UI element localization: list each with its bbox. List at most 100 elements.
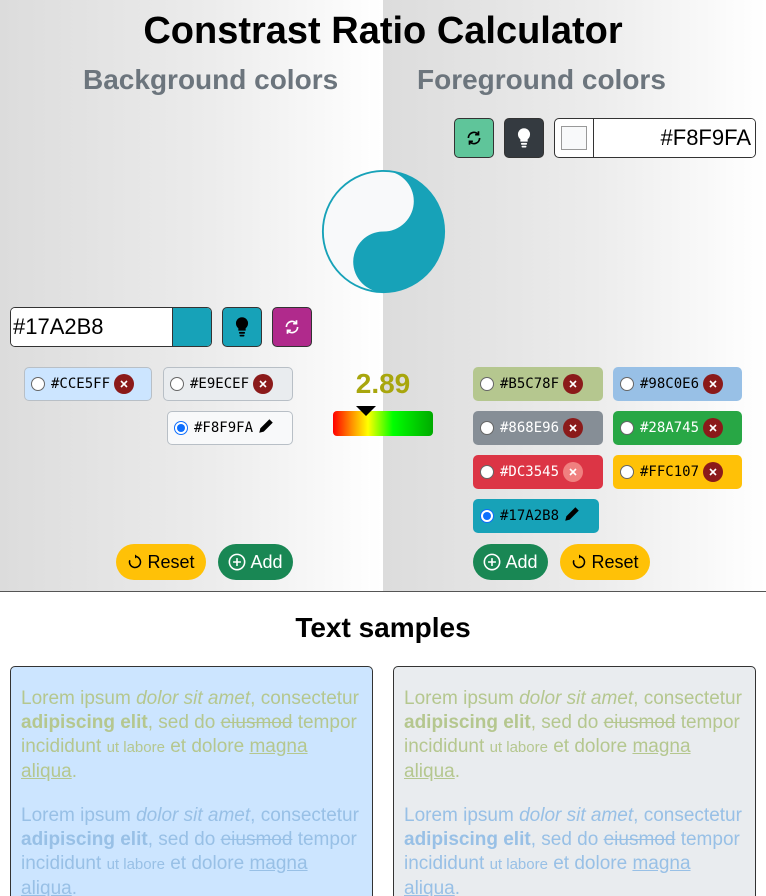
background-add-button[interactable]: Add: [218, 544, 293, 580]
background-suggest-button[interactable]: [222, 307, 262, 347]
page-title: Constrast Ratio Calculator: [143, 10, 623, 52]
chip-radio[interactable]: [480, 509, 494, 523]
sample-text-small: ut labore: [489, 856, 548, 873]
sample-text-small: ut labore: [106, 739, 165, 756]
sample-text-p1: Lorem ipsum: [404, 805, 520, 826]
sample-text-p6: .: [71, 878, 77, 896]
chip-label: #98C0E6: [640, 376, 700, 392]
sample-text-s: eiusmod: [220, 829, 293, 850]
close-icon[interactable]: [563, 374, 584, 394]
sample-text-b: adipiscing elit: [404, 829, 531, 850]
background-color-swatch[interactable]: [173, 308, 211, 346]
chip-label: #FFC107: [640, 464, 700, 480]
foreground-color-swatch[interactable]: [555, 119, 594, 157]
contrast-preview-yinyang: [321, 169, 446, 294]
sample-text-p2: , consectetur: [250, 688, 359, 709]
foreground-hex-input[interactable]: [594, 119, 755, 157]
chip-radio[interactable]: [480, 421, 494, 435]
reset-icon: [129, 554, 142, 569]
reset-label: Reset: [147, 551, 195, 572]
sample-text-p5: et dolore: [547, 736, 633, 757]
close-icon[interactable]: [563, 418, 584, 438]
sample-text-p2: , consectetur: [633, 688, 742, 709]
chip-radio[interactable]: [31, 377, 45, 391]
foreground-color-chip[interactable]: #B5C78F: [473, 367, 603, 401]
background-colors-title: Background colors: [83, 64, 339, 95]
chip-radio[interactable]: [170, 377, 184, 391]
foreground-color-chip[interactable]: #FFC107: [613, 455, 742, 489]
chip-radio[interactable]: [620, 377, 634, 391]
sample-text-s: eiusmod: [220, 712, 293, 733]
lightbulb-icon: [517, 128, 531, 148]
contrast-ratio-value: 2.89: [355, 368, 411, 399]
close-icon[interactable]: [703, 418, 724, 438]
foreground-color-chip[interactable]: #868E96: [473, 411, 603, 445]
background-hex-input[interactable]: [11, 308, 173, 346]
chip-label: #F8F9FA: [194, 420, 254, 436]
sample-text-s: eiusmod: [603, 712, 676, 733]
sample-text-p3: , sed do: [147, 712, 221, 733]
foreground-color-chip[interactable]: #98C0E6: [613, 367, 742, 401]
sample-paragraph: Lorem ipsum dolor sit amet, consectetur …: [404, 804, 745, 896]
chip-radio[interactable]: [620, 421, 634, 435]
sample-text-em: dolor sit amet: [519, 688, 634, 709]
pencil-icon[interactable]: [563, 505, 581, 527]
close-icon[interactable]: [253, 374, 274, 394]
foreground-color-chip[interactable]: #DC3545: [473, 455, 603, 489]
chip-radio[interactable]: [174, 421, 188, 435]
sample-text-p3: , sed do: [147, 829, 221, 850]
foreground-color-chip[interactable]: #28A745: [613, 411, 742, 445]
sample-text-p3: , sed do: [530, 712, 604, 733]
text-samples-title: Text samples: [295, 612, 471, 643]
background-color-chip[interactable]: #F8F9FA: [167, 411, 293, 445]
background-color-chip[interactable]: #E9ECEF: [163, 367, 293, 401]
swap-icon: [285, 320, 299, 334]
plus-circle-icon: [484, 553, 501, 571]
chip-label: #DC3545: [500, 464, 560, 480]
foreground-reset-button[interactable]: Reset: [560, 544, 650, 580]
sample-text-small: ut labore: [106, 856, 165, 873]
chip-label: #28A745: [640, 420, 700, 436]
swap-icon: [467, 131, 481, 145]
sample-text-em: dolor sit amet: [519, 805, 634, 826]
background-reset-button[interactable]: Reset: [116, 544, 206, 580]
close-icon[interactable]: [114, 374, 135, 394]
sample-text-p1: Lorem ipsum: [21, 805, 137, 826]
foreground-suggest-button[interactable]: [504, 118, 544, 158]
sample-text-em: dolor sit amet: [136, 688, 251, 709]
chip-label: #E9ECEF: [190, 376, 250, 392]
add-label: Add: [250, 551, 283, 572]
sample-paragraph: Lorem ipsum dolor sit amet, consectetur …: [21, 804, 362, 896]
chip-radio[interactable]: [480, 377, 494, 391]
foreground-swap-button[interactable]: [454, 118, 494, 158]
chip-radio[interactable]: [480, 465, 494, 479]
sample-text-p1: Lorem ipsum: [21, 688, 137, 709]
sample-text-b: adipiscing elit: [21, 829, 148, 850]
chip-label: #B5C78F: [500, 376, 560, 392]
reset-label: Reset: [591, 551, 639, 572]
foreground-color-chip[interactable]: #17A2B8: [473, 499, 599, 533]
close-icon[interactable]: [703, 462, 724, 482]
sample-text-p2: , consectetur: [633, 805, 742, 826]
background-hex-field: [10, 307, 212, 347]
background-color-chip[interactable]: #CCE5FF: [24, 367, 152, 401]
sample-text-b: adipiscing elit: [21, 712, 148, 733]
sample-text-small: ut labore: [489, 739, 548, 756]
sample-text-p5: et dolore: [164, 853, 250, 874]
text-sample-card: Lorem ipsum dolor sit amet, consectetur …: [10, 666, 373, 896]
background-swap-button[interactable]: [272, 307, 312, 347]
lightbulb-icon: [235, 317, 249, 337]
sample-paragraph: Lorem ipsum dolor sit amet, consectetur …: [404, 687, 745, 784]
chip-label: #CCE5FF: [51, 376, 111, 392]
close-icon[interactable]: [703, 374, 724, 394]
close-icon[interactable]: [563, 462, 584, 482]
chip-label: #17A2B8: [500, 508, 560, 524]
reset-icon: [573, 554, 586, 569]
pencil-icon[interactable]: [257, 417, 275, 439]
sample-text-b: adipiscing elit: [404, 712, 531, 733]
chip-radio[interactable]: [620, 465, 634, 479]
foreground-add-button[interactable]: Add: [473, 544, 548, 580]
sample-text-p3: , sed do: [530, 829, 604, 850]
sample-text-p5: et dolore: [547, 853, 633, 874]
text-sample-card: Lorem ipsum dolor sit amet, consectetur …: [393, 666, 756, 896]
